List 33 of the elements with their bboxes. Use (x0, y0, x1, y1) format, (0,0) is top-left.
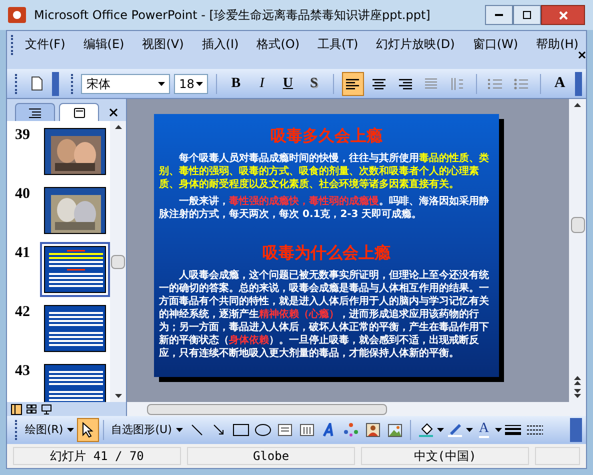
bold-button[interactable]: B (224, 72, 247, 96)
slide-heading: 吸毒为什么会上瘾 (262, 242, 390, 264)
menu-item[interactable]: 编辑(E) (83, 35, 124, 53)
status-bar-field: 幻灯片 41 / 70 (13, 447, 181, 465)
increase-font-size-button[interactable]: A (548, 72, 571, 96)
menu-item[interactable]: 窗口(W) (472, 35, 518, 53)
font-color-button[interactable]: A (472, 418, 495, 442)
window-title: Microsoft Office PowerPoint - [珍爱生命远离毒品禁毒知识讲座ppt.ppt] (34, 7, 430, 24)
slide-number: 42 (15, 303, 31, 322)
shadow-button[interactable]: S (302, 72, 325, 96)
font-field[interactable]: 宋体 (81, 74, 170, 94)
draw-menu-button[interactable]: 绘图(R) (22, 418, 78, 442)
menu-item[interactable]: 格式(O) (256, 35, 300, 53)
slide-number: 40 (15, 185, 31, 204)
status-bar-field: Globe (187, 447, 355, 465)
menu-item[interactable]: 帮助(H) (536, 35, 578, 53)
slide-paragraph: 每个吸毒人员对毒品成瘾时间的快慢，往往与其所使用毒品的性质、类别、毒性的强弱、吸毒的方式、吸食的剂量、次数和吸毒者个人的心理素质、身体的耐受程度以及文化素质、社会环境等诸多因素直接有关。 (159, 152, 490, 191)
italic-button[interactable]: I (250, 72, 273, 96)
slide-paragraph: 人吸毒会成瘾，这个问题已被无数事实所证明，但理论上至今还没有统一的确切的答案。总的来说，吸毒会成瘾是毒品与人体相互作用的结果。一方面毒品有个共同的特性，就是进入人体后作用于人的脑内与学习记忆有关的神经系统，逐渐产生精神依赖（心瘾），进而形成追求应用该药物的行为；另一方面，毒品进入人体后，破坏人体正常的平衡，产生在毒品作用下新的平衡状态（身体依赖）。一旦停止吸毒，就会感到不适，出现戒断反应，只有连续不断地吸入更大剂量的毒品，才能保持人体新的平衡。 (159, 269, 490, 360)
slide-number: 41 (15, 244, 31, 263)
menu-item[interactable]: 视图(V) (142, 35, 184, 53)
menu-item[interactable]: 插入(I) (202, 35, 239, 53)
menu-item[interactable]: 幻灯片放映(D) (376, 35, 455, 53)
autoshapes-menu-button[interactable]: 自选图形(U) (108, 418, 186, 442)
status-bar-field: 中文(中国) (361, 447, 529, 465)
underline-button[interactable]: U (276, 72, 299, 96)
slide-number: 39 (15, 126, 31, 145)
font-size-field[interactable]: 18 (174, 74, 208, 94)
slide-heading: 吸毒多久会上瘾 (270, 125, 382, 147)
menu-item[interactable]: 工具(T) (318, 35, 358, 53)
slide-number: 43 (15, 362, 31, 381)
slide-paragraph: 一般来讲，毒性强的成瘾快，毒性弱的成瘾慢。吗啡、海洛因如采用静脉注射的方式，每天两次，每次 0.1克，2-3 天即可成瘾。 (159, 195, 490, 221)
menu-item[interactable]: 文件(F) (25, 35, 66, 53)
